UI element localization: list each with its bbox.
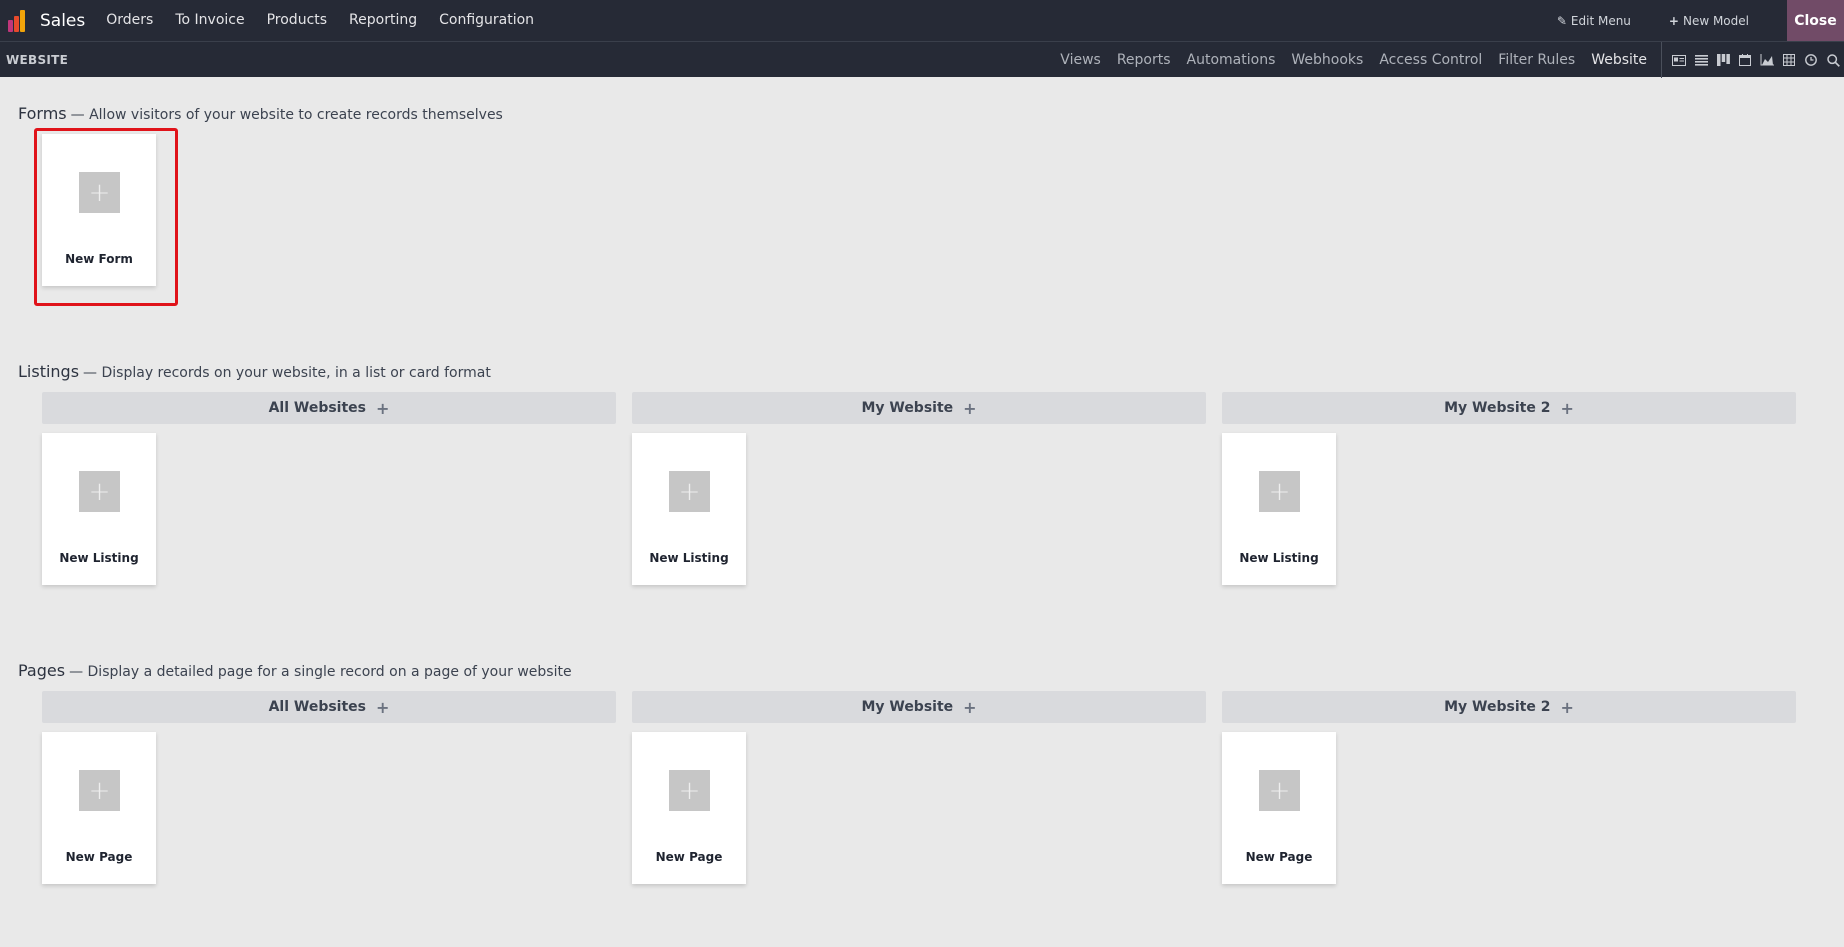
new-model-button[interactable]: + New Model bbox=[1669, 14, 1749, 28]
add-icon[interactable]: + bbox=[963, 698, 976, 717]
forms-title: Forms bbox=[18, 104, 67, 123]
view-switcher bbox=[1661, 42, 1844, 78]
list-view-icon[interactable] bbox=[1690, 42, 1712, 78]
plus-icon: + bbox=[79, 471, 120, 512]
kanban-view-icon[interactable] bbox=[1712, 42, 1734, 78]
new-listing-label: New Listing bbox=[1239, 551, 1319, 565]
column-label: All Websites bbox=[268, 699, 366, 715]
close-button[interactable]: Close bbox=[1787, 0, 1844, 41]
edit-menu-label: Edit Menu bbox=[1570, 13, 1631, 28]
plus-icon: + bbox=[669, 471, 710, 512]
forms-section-header: Forms — Allow visitors of your website t… bbox=[18, 104, 503, 123]
studio-actions: ✎ Edit Menu + New Model Close bbox=[1557, 0, 1844, 41]
new-listing-label: New Listing bbox=[649, 551, 729, 565]
tab-reports[interactable]: Reports bbox=[1109, 52, 1179, 68]
nav-configuration[interactable]: Configuration bbox=[428, 0, 545, 41]
new-page-label: New Page bbox=[1245, 850, 1313, 864]
tab-filter-rules[interactable]: Filter Rules bbox=[1490, 52, 1583, 68]
pivot-view-icon[interactable] bbox=[1778, 42, 1800, 78]
new-page-card[interactable]: + New Page bbox=[1222, 732, 1336, 884]
top-navbar: Sales Orders To Invoice Products Reporti… bbox=[0, 0, 1844, 41]
calendar-view-icon[interactable] bbox=[1734, 42, 1756, 78]
new-form-card[interactable]: + New Form bbox=[42, 134, 156, 286]
pages-column-my-website[interactable]: My Website + bbox=[632, 691, 1206, 723]
search-icon[interactable] bbox=[1822, 42, 1844, 78]
add-icon[interactable]: + bbox=[376, 698, 389, 717]
plus-icon: + bbox=[79, 172, 120, 213]
column-label: All Websites bbox=[268, 400, 366, 416]
pencil-icon: ✎ bbox=[1556, 13, 1567, 28]
new-listing-card[interactable]: + New Listing bbox=[1222, 433, 1336, 585]
subbar-title: WEBSITE bbox=[6, 52, 69, 67]
plus-icon: + bbox=[1259, 770, 1300, 811]
nav-orders[interactable]: Orders bbox=[95, 0, 164, 41]
studio-subbar: WEBSITE Views Reports Automations Webhoo… bbox=[0, 41, 1844, 78]
listings-column-all-websites[interactable]: All Websites + bbox=[42, 392, 616, 424]
website-content: Forms — Allow visitors of your website t… bbox=[0, 77, 1844, 947]
new-page-card[interactable]: + New Page bbox=[632, 732, 746, 884]
activity-view-icon[interactable] bbox=[1800, 42, 1822, 78]
subbar-links: Views Reports Automations Webhooks Acces… bbox=[1052, 42, 1844, 78]
graph-view-icon[interactable] bbox=[1756, 42, 1778, 78]
add-icon[interactable]: + bbox=[1560, 399, 1573, 418]
pages-column-my-website-2[interactable]: My Website 2 + bbox=[1222, 691, 1796, 723]
tab-website[interactable]: Website bbox=[1583, 52, 1655, 68]
new-listing-label: New Listing bbox=[59, 551, 139, 565]
nav-products[interactable]: Products bbox=[256, 0, 338, 41]
column-label: My Website bbox=[861, 699, 954, 715]
tab-access-control[interactable]: Access Control bbox=[1371, 52, 1490, 68]
add-icon[interactable]: + bbox=[376, 399, 389, 418]
tab-webhooks[interactable]: Webhooks bbox=[1283, 52, 1371, 68]
plus-icon: + bbox=[79, 770, 120, 811]
tab-automations[interactable]: Automations bbox=[1179, 52, 1284, 68]
pages-title: Pages bbox=[18, 661, 66, 680]
pages-column-all-websites[interactable]: All Websites + bbox=[42, 691, 616, 723]
add-icon[interactable]: + bbox=[1560, 698, 1573, 717]
new-page-label: New Page bbox=[65, 850, 133, 864]
column-label: My Website 2 bbox=[1444, 699, 1551, 715]
add-icon[interactable]: + bbox=[963, 399, 976, 418]
new-model-label: New Model bbox=[1682, 13, 1749, 28]
listings-section-header: Listings — Display records on your websi… bbox=[18, 362, 491, 381]
pages-section-header: Pages — Display a detailed page for a si… bbox=[18, 661, 572, 680]
plus-icon: + bbox=[1259, 471, 1300, 512]
new-form-label: New Form bbox=[65, 252, 133, 266]
column-label: My Website bbox=[861, 400, 954, 416]
forms-description: — Allow visitors of your website to crea… bbox=[70, 107, 503, 123]
new-page-label: New Page bbox=[655, 850, 723, 864]
edit-menu-button[interactable]: ✎ Edit Menu bbox=[1557, 14, 1631, 28]
app-logo-icon[interactable] bbox=[8, 9, 30, 32]
pages-description: — Display a detailed page for a single r… bbox=[69, 664, 572, 680]
app-name[interactable]: Sales bbox=[40, 11, 85, 31]
listings-title: Listings bbox=[18, 362, 80, 381]
column-label: My Website 2 bbox=[1444, 400, 1551, 416]
tab-views[interactable]: Views bbox=[1052, 52, 1109, 68]
new-page-card[interactable]: + New Page bbox=[42, 732, 156, 884]
plus-icon: + bbox=[1668, 13, 1679, 28]
new-listing-card[interactable]: + New Listing bbox=[42, 433, 156, 585]
listings-column-my-website-2[interactable]: My Website 2 + bbox=[1222, 392, 1796, 424]
nav-reporting[interactable]: Reporting bbox=[338, 0, 428, 41]
plus-icon: + bbox=[669, 770, 710, 811]
nav-to-invoice[interactable]: To Invoice bbox=[164, 0, 255, 41]
form-view-icon[interactable] bbox=[1668, 42, 1690, 78]
listings-column-my-website[interactable]: My Website + bbox=[632, 392, 1206, 424]
listings-description: — Display records on your website, in a … bbox=[83, 365, 491, 381]
new-listing-card[interactable]: + New Listing bbox=[632, 433, 746, 585]
